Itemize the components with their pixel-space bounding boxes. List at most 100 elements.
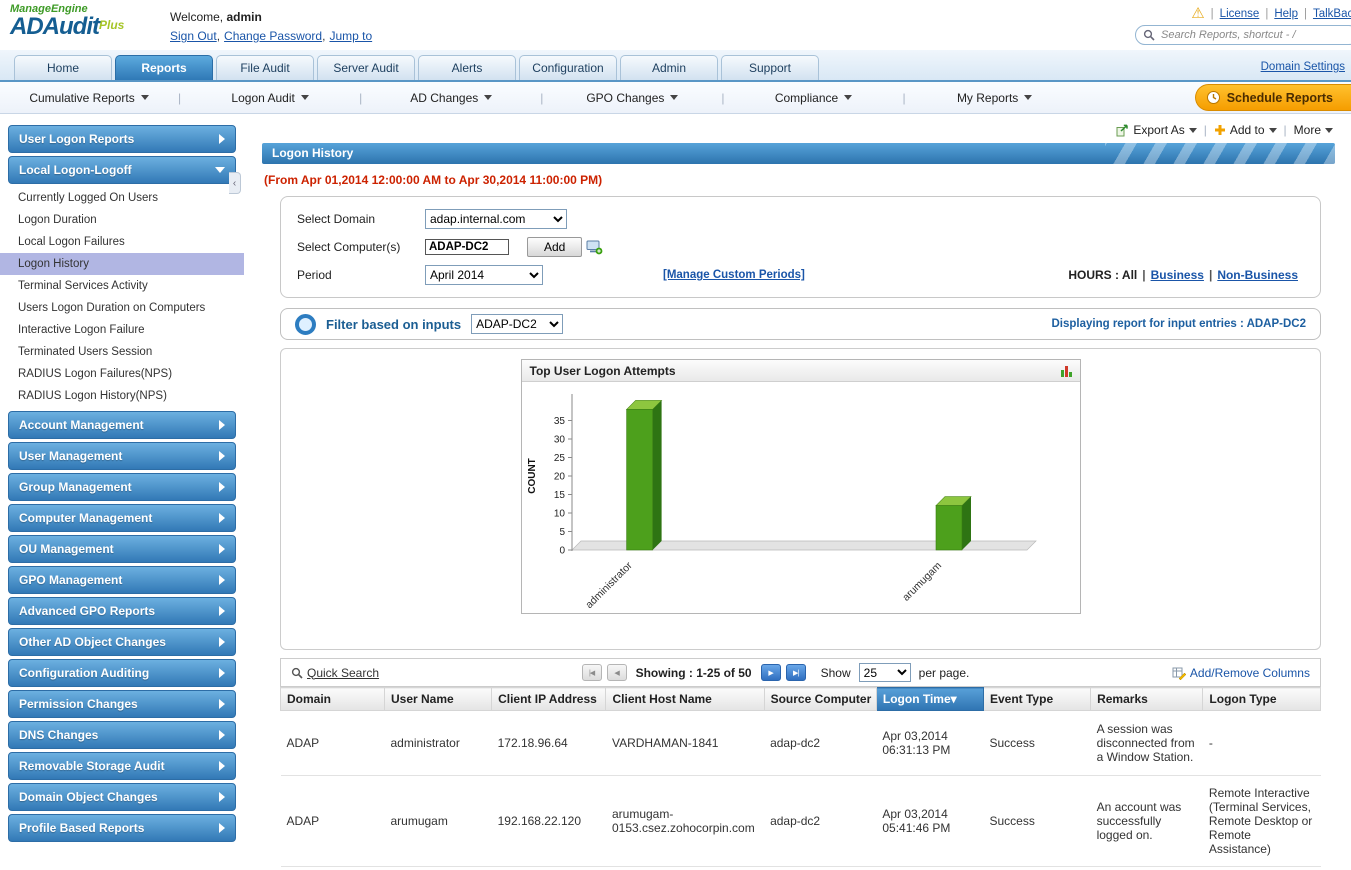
col-header-domain[interactable]: Domain (280, 687, 385, 711)
col-header-logon-time[interactable]: Logon Time▾ (875, 687, 984, 711)
svg-text:arumugam: arumugam (900, 559, 944, 603)
license-link[interactable]: License (1220, 8, 1260, 20)
select-domain-label: Select Domain (297, 212, 376, 226)
sidebar-item-currently-logged-on-users[interactable]: Currently Logged On Users (0, 187, 244, 209)
global-search-box[interactable] (1135, 25, 1351, 45)
subnav-my-reports[interactable]: My Reports (906, 91, 1084, 105)
last-page-button[interactable]: ▶| (785, 664, 806, 681)
sort-desc-icon: ▾ (950, 692, 957, 706)
chevron-right-icon (219, 544, 225, 554)
next-page-button[interactable]: ▶ (760, 664, 781, 681)
col-header-client-host[interactable]: Client Host Name (605, 687, 765, 711)
sidebar-section-group-management[interactable]: Group Management (8, 473, 236, 501)
sidebar-section-account-management[interactable]: Account Management (8, 411, 236, 439)
computer-input[interactable] (425, 239, 509, 255)
brand-plus: Plus (98, 18, 125, 32)
sidebar-section-dns-changes[interactable]: DNS Changes (8, 721, 236, 749)
add-computer-button[interactable]: Add (527, 237, 583, 257)
sidebar-item-radius-logon-history[interactable]: RADIUS Logon History(NPS) (0, 385, 244, 407)
tab-home[interactable]: Home (14, 55, 112, 80)
sidebar-section-removable-storage-audit[interactable]: Removable Storage Audit (8, 752, 236, 780)
cell-remarks: An account was successfully logged on. (1090, 775, 1203, 867)
sidebar-section-domain-object-changes[interactable]: Domain Object Changes (8, 783, 236, 811)
add-to-button[interactable]: Add to (1214, 123, 1277, 137)
sidebar-item-local-logon-failures[interactable]: Local Logon Failures (0, 231, 244, 253)
col-header-event-type[interactable]: Event Type (982, 687, 1092, 711)
sidebar-item-terminated-users-session[interactable]: Terminated Users Session (0, 341, 244, 363)
add-computer-icon[interactable] (586, 240, 603, 255)
col-header-client-ip[interactable]: Client IP Address (491, 687, 607, 711)
subnav-cumulative-reports[interactable]: Cumulative Reports (0, 91, 178, 105)
sidebar-section-label: GPO Management (19, 573, 123, 587)
quick-search-link[interactable]: Quick Search (291, 666, 379, 680)
more-button[interactable]: More (1294, 123, 1333, 137)
cell-remarks: A session was disconnected from a Window… (1090, 710, 1203, 776)
sidebar-section-permission-changes[interactable]: Permission Changes (8, 690, 236, 718)
tab-configuration[interactable]: Configuration (519, 55, 617, 80)
sidebar-section-user-management[interactable]: User Management (8, 442, 236, 470)
sidebar-item-terminal-services-activity[interactable]: Terminal Services Activity (0, 275, 244, 297)
tab-alerts[interactable]: Alerts (418, 55, 516, 80)
search-input[interactable] (1159, 28, 1351, 42)
tab-reports[interactable]: Reports (115, 55, 213, 80)
prev-page-button[interactable]: ◀ (606, 664, 627, 681)
search-icon (1143, 29, 1155, 41)
hours-non-business-link[interactable]: Non-Business (1217, 268, 1298, 282)
col-header-logon-type[interactable]: Logon Type (1202, 687, 1321, 711)
sidebar-item-logon-duration[interactable]: Logon Duration (0, 209, 244, 231)
chevron-right-icon (219, 730, 225, 740)
sidebar-section-user-logon-reports[interactable]: User Logon Reports (8, 125, 236, 153)
help-link[interactable]: Help (1274, 8, 1298, 20)
sidebar-section-computer-management[interactable]: Computer Management (8, 504, 236, 532)
tab-support[interactable]: Support (721, 55, 819, 80)
sidebar-item-logon-history[interactable]: Logon History (0, 253, 244, 275)
sidebar-section-other-ad-object-changes[interactable]: Other AD Object Changes (8, 628, 236, 656)
col-header-remarks[interactable]: Remarks (1090, 687, 1204, 711)
divider (1265, 8, 1268, 20)
sign-out-link[interactable]: Sign Out (170, 29, 222, 43)
export-as-button[interactable]: Export As (1116, 123, 1197, 137)
subnav-ad-changes[interactable]: AD Changes (362, 91, 540, 105)
domain-select[interactable]: adap.internal.com (425, 209, 567, 229)
col-header-user-name[interactable]: User Name (383, 687, 493, 711)
chart-icon[interactable] (1060, 365, 1072, 377)
add-remove-columns-link[interactable]: Add/Remove Columns (1172, 666, 1310, 680)
col-header-source-computer[interactable]: Source Computer (763, 687, 877, 711)
tab-server-audit[interactable]: Server Audit (317, 55, 415, 80)
tab-admin[interactable]: Admin (620, 55, 718, 80)
sidebar-section-profile-based-reports[interactable]: Profile Based Reports (8, 814, 236, 842)
domain-settings-link[interactable]: Domain Settings (1261, 61, 1345, 80)
warning-icon[interactable]: ⚠ (1191, 6, 1204, 21)
divider (1142, 268, 1145, 282)
subnav-compliance[interactable]: Compliance (725, 91, 903, 105)
page-size-select[interactable]: 25 (858, 663, 911, 682)
collapse-sidebar-handle[interactable]: ‹ (229, 172, 241, 194)
cell-source-computer: adap-dc2 (764, 775, 877, 867)
sidebar-section-ou-management[interactable]: OU Management (8, 535, 236, 563)
add-remove-columns-icon (1172, 667, 1186, 680)
sidebar-section-gpo-management[interactable]: GPO Management (8, 566, 236, 594)
change-password-link[interactable]: Change Password (224, 29, 327, 43)
chart-box: Top User Logon Attempts 0 5 10 15 20 25 30 35 ad… (520, 359, 1081, 614)
schedule-reports-button[interactable]: Schedule Reports (1194, 84, 1351, 111)
tab-file-audit[interactable]: File Audit (216, 55, 314, 80)
jump-to-link[interactable]: Jump to (329, 29, 372, 43)
sidebar-item-interactive-logon-failure[interactable]: Interactive Logon Failure (0, 319, 244, 341)
talkback-link[interactable]: TalkBack (1313, 8, 1351, 20)
chevron-down-icon (484, 95, 493, 100)
sidebar-section-configuration-auditing[interactable]: Configuration Auditing (8, 659, 236, 687)
showing-range: Showing : 1-25 of 50 (635, 665, 752, 680)
hours-business-link[interactable]: Business (1151, 268, 1204, 282)
subnav-gpo-changes[interactable]: GPO Changes (543, 91, 721, 105)
manage-custom-periods-link[interactable]: [Manage Custom Periods] (663, 269, 805, 281)
sidebar-section-local-logon-logoff[interactable]: Local Logon-Logoff (8, 156, 236, 184)
prev-page-icon: ◀ (614, 669, 619, 677)
period-select[interactable]: April 2014 (425, 265, 543, 285)
sidebar-item-radius-logon-failures[interactable]: RADIUS Logon Failures(NPS) (0, 363, 244, 385)
sidebar-section-label: Other AD Object Changes (19, 635, 166, 649)
first-page-button[interactable]: |◀ (581, 664, 602, 681)
sidebar-item-users-logon-duration-on-computers[interactable]: Users Logon Duration on Computers (0, 297, 244, 319)
filter-input-select[interactable]: ADAP-DC2 (471, 314, 564, 334)
sidebar-section-advanced-gpo-reports[interactable]: Advanced GPO Reports (8, 597, 236, 625)
subnav-logon-audit[interactable]: Logon Audit (181, 91, 359, 105)
